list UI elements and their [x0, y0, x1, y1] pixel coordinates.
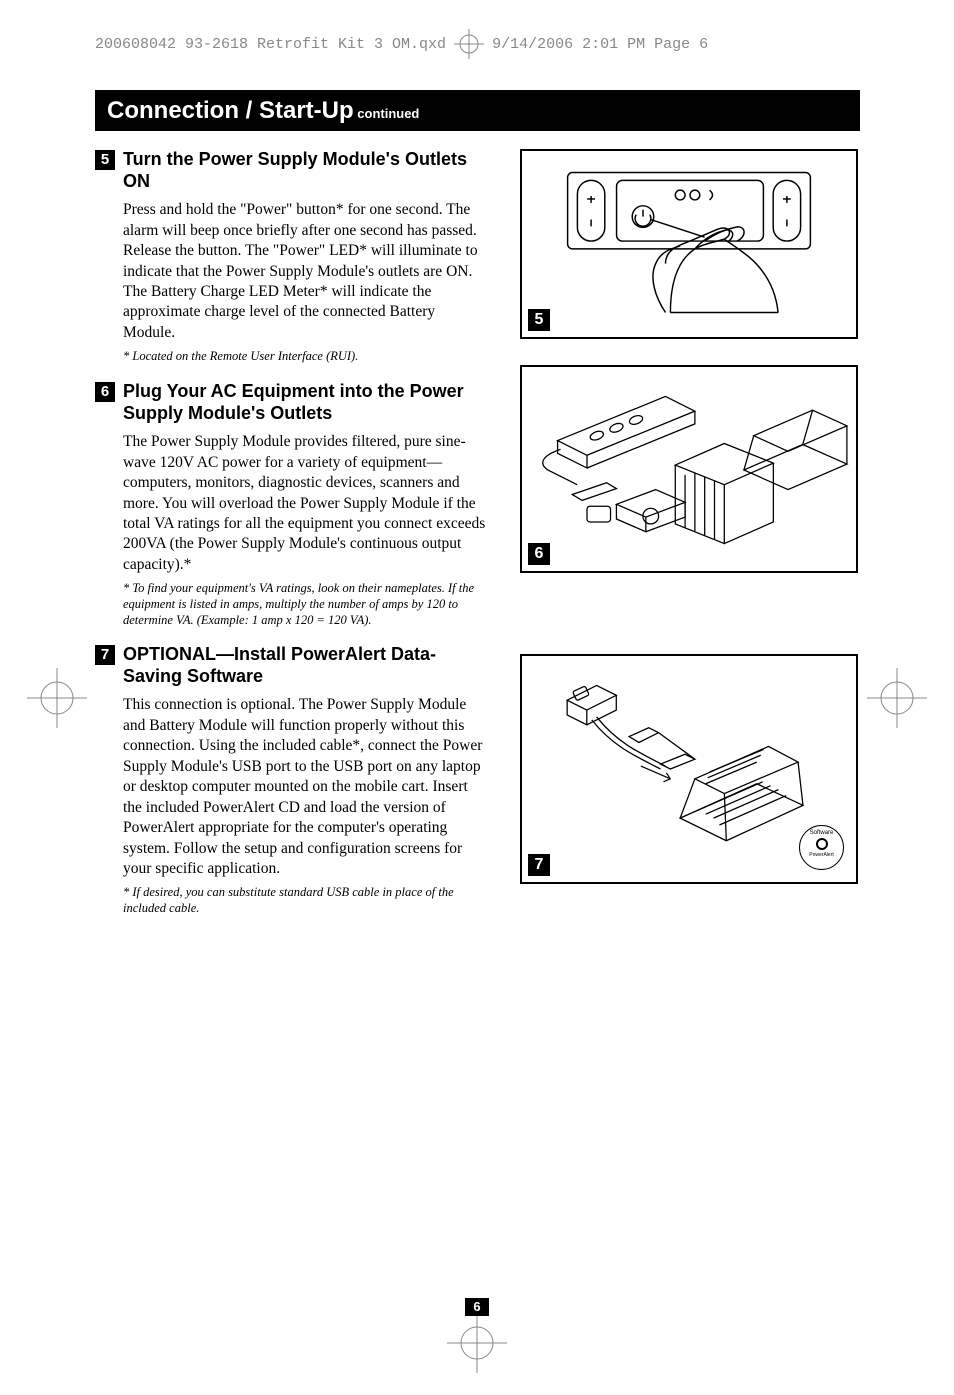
file-metadata-header: 200608042 93-2618 Retrofit Kit 3 OM.qxd …: [95, 29, 708, 59]
step-5-title: Turn the Power Supply Module's Outlets O…: [123, 149, 490, 192]
step-7-heading: 7 OPTIONAL—Install PowerAlert Data-Savin…: [95, 644, 490, 687]
left-column: 5 Turn the Power Supply Module's Outlets…: [95, 149, 490, 933]
figure-7: Software PowerAlert 7: [520, 654, 858, 884]
poweralert-badge-bottom-label: PowerAlert: [800, 852, 843, 858]
figure-5-number: 5: [528, 309, 550, 331]
step-5-footnote: * Located on the Remote User Interface (…: [123, 349, 490, 365]
figure-6: 6: [520, 365, 858, 573]
step-5-number: 5: [95, 150, 115, 170]
step-7-title: OPTIONAL—Install PowerAlert Data-Saving …: [123, 644, 490, 687]
header-file-left: 200608042 93-2618 Retrofit Kit 3 OM.qxd: [95, 36, 446, 53]
poweralert-badge-circle-icon: [816, 838, 828, 850]
step-6-body: The Power Supply Module provides filtere…: [123, 432, 490, 575]
figure-5-illustration-icon: [522, 151, 856, 337]
step-5-body: Press and hold the "Power" button* for o…: [123, 200, 490, 343]
page-content: Connection / Start-Up continued 5 Turn t…: [95, 90, 860, 933]
step-7-body: This connection is optional. The Power S…: [123, 695, 490, 879]
poweralert-badge-top-label: Software: [800, 830, 843, 836]
figure-7-number: 7: [528, 854, 550, 876]
page-number: 6: [465, 1298, 489, 1316]
step-5-heading: 5 Turn the Power Supply Module's Outlets…: [95, 149, 490, 192]
section-title-bar: Connection / Start-Up continued: [95, 90, 860, 131]
crop-mark-left-icon: [27, 668, 87, 728]
poweralert-badge-icon: Software PowerAlert: [799, 825, 844, 870]
step-6-heading: 6 Plug Your AC Equipment into the Power …: [95, 381, 490, 424]
crop-header-icon: [454, 29, 484, 59]
section-title: Connection / Start-Up: [107, 97, 354, 124]
two-column-content: 5 Turn the Power Supply Module's Outlets…: [95, 149, 860, 933]
header-file-right: 9/14/2006 2:01 PM Page 6: [492, 36, 708, 53]
step-6-footnote: * To find your equipment's VA ratings, l…: [123, 581, 490, 628]
right-column: 5: [520, 149, 860, 933]
crop-mark-bottom-icon: [447, 1313, 507, 1373]
section-continued: continued: [354, 106, 420, 121]
step-6-title: Plug Your AC Equipment into the Power Su…: [123, 381, 490, 424]
figure-6-number: 6: [528, 543, 550, 565]
step-7-number: 7: [95, 645, 115, 665]
figure-6-illustration-icon: [522, 367, 856, 571]
step-7-footnote: * If desired, you can substitute standar…: [123, 885, 490, 916]
step-6-number: 6: [95, 382, 115, 402]
figure-5: 5: [520, 149, 858, 339]
crop-mark-right-icon: [867, 668, 927, 728]
